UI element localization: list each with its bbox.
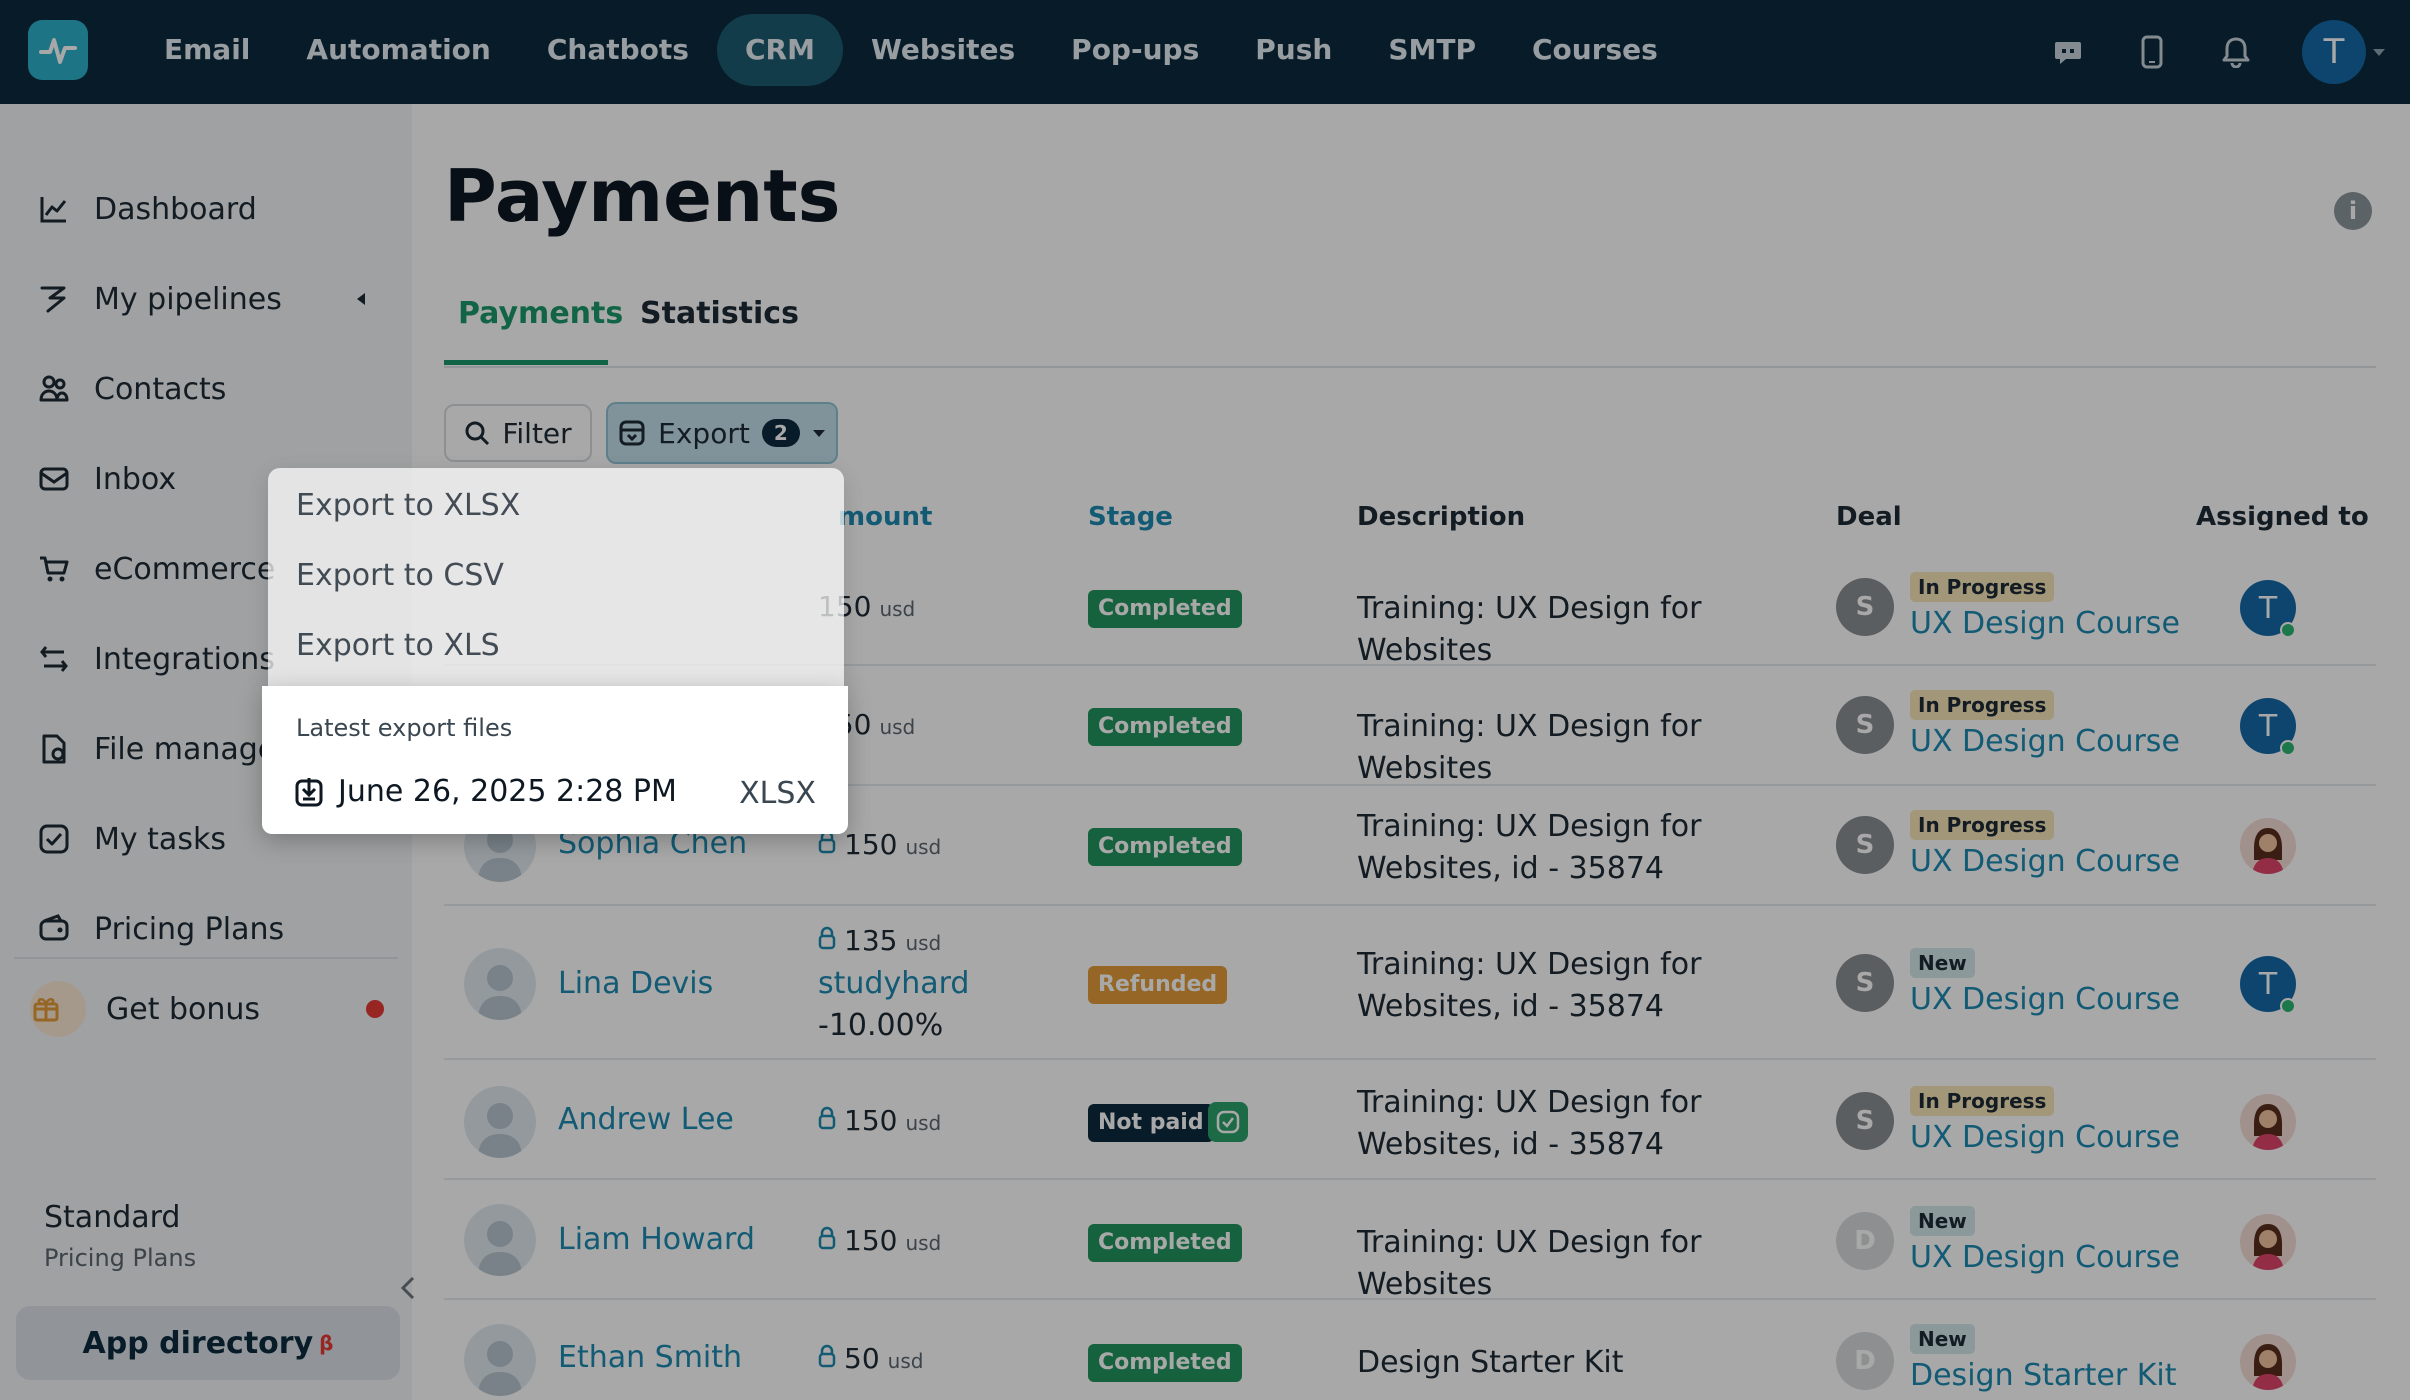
latest-export-panel: Latest export files June 26, 2025 2:28 P… <box>262 686 848 834</box>
export-xls-option[interactable]: Export to XLS <box>296 628 500 663</box>
latest-export-file[interactable]: June 26, 2025 2:28 PM <box>294 774 677 809</box>
latest-export-date: June 26, 2025 2:28 PM <box>338 774 677 809</box>
export-dropdown: Export to XLSX Export to CSV Export to X… <box>268 468 844 686</box>
export-xlsx-option[interactable]: Export to XLSX <box>296 488 520 523</box>
export-csv-option[interactable]: Export to CSV <box>296 558 504 593</box>
latest-export-title: Latest export files <box>296 714 513 742</box>
latest-export-type: XLSX <box>739 776 816 811</box>
download-icon <box>295 777 323 806</box>
